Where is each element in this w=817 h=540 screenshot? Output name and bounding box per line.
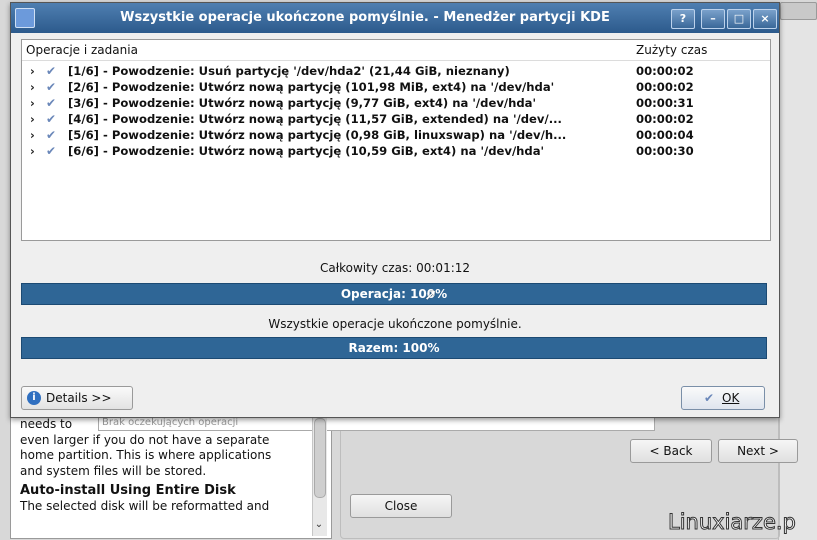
next-button[interactable]: Next >	[718, 439, 798, 463]
operation-time: 00:00:02	[636, 80, 694, 94]
chevron-right-icon[interactable]: ›	[30, 143, 35, 159]
status-text: Wszystkie operacje ukończone pomyślnie.	[268, 317, 522, 331]
help-line: The selected disk will be reformatted an…	[20, 498, 270, 513]
watermark-logo: Linuxiarze.p	[668, 510, 797, 535]
help-icon[interactable]: ?	[671, 9, 695, 29]
details-button[interactable]: i Details >>	[21, 386, 133, 410]
chevron-right-icon[interactable]: ›	[30, 63, 35, 79]
chevron-right-icon[interactable]: ›	[30, 127, 35, 143]
installer-window-controls[interactable]	[780, 2, 817, 20]
operation-time: 00:00:02	[636, 112, 694, 126]
checkmark-icon: ✔	[46, 80, 57, 94]
checkmark-icon: ✔	[46, 112, 57, 126]
partition-manager-dialog: Wszystkie operacje ukończone pomyślnie. …	[10, 2, 780, 418]
operations-list[interactable]: Operacje i zadania Zużyty czas › ✔ [1/6]…	[21, 39, 771, 241]
operation-text: [6/6] - Powodzenie: Utwórz nową partycję…	[68, 144, 545, 158]
operation-row[interactable]: › ✔ [3/6] - Powodzenie: Utwórz nową part…	[22, 95, 770, 111]
operation-time: 00:00:02	[636, 64, 694, 78]
close-icon[interactable]: ×	[753, 9, 777, 29]
operation-text: [5/6] - Powodzenie: Utwórz nową partycję…	[68, 128, 567, 142]
help-text: needs to even larger if you do not have …	[20, 417, 296, 514]
operation-row[interactable]: › ✔ [5/6] - Powodzenie: Utwórz nową part…	[22, 127, 770, 143]
operation-text: [4/6] - Powodzenie: Utwórz nową partycję…	[68, 112, 562, 126]
operation-row[interactable]: › ✔ [4/6] - Powodzenie: Utwórz nową part…	[22, 111, 770, 127]
back-button[interactable]: < Back	[630, 439, 712, 463]
total-progress-bar: Razem: 100%	[21, 337, 767, 359]
chevron-right-icon[interactable]: ›	[30, 95, 35, 111]
operation-progress-bar: Operacja: 100%	[21, 283, 767, 305]
help-line: even larger if you do not have a separat…	[20, 432, 270, 447]
operation-time: 00:00:31	[636, 96, 694, 110]
checkmark-icon: ✔	[46, 96, 57, 110]
minimize-icon[interactable]: –	[701, 9, 725, 29]
column-header-operations[interactable]: Operacje i zadania	[26, 43, 138, 57]
dialog-titlebar[interactable]: Wszystkie operacje ukończone pomyślnie. …	[11, 3, 779, 33]
operation-text: [3/6] - Powodzenie: Utwórz nową partycję…	[68, 96, 537, 110]
checkmark-icon: ✔	[46, 128, 57, 142]
operations-rows: › ✔ [1/6] - Powodzenie: Usuń partycję '/…	[22, 63, 770, 159]
operation-row[interactable]: › ✔ [6/6] - Powodzenie: Utwórz nową part…	[22, 143, 770, 159]
checkmark-icon: ✔	[704, 391, 715, 405]
operation-text: [1/6] - Powodzenie: Usuń partycję '/dev/…	[68, 64, 510, 78]
ok-label: OK	[722, 391, 740, 405]
help-line: home partition. This is where applicatio…	[20, 448, 272, 462]
operation-row[interactable]: › ✔ [1/6] - Powodzenie: Usuń partycję '/…	[22, 63, 770, 79]
close-button[interactable]: Close	[350, 494, 452, 518]
dialog-title: Wszystkie operacje ukończone pomyślnie. …	[120, 10, 610, 25]
checkmark-icon: ✔	[46, 64, 57, 78]
operations-header: Operacje i zadania Zużyty czas	[22, 40, 770, 61]
chevron-right-icon[interactable]: ›	[30, 79, 35, 95]
checkmark-icon: ✔	[46, 144, 57, 158]
total-time-label: Całkowity czas: 00:01:12	[319, 261, 471, 275]
mouse-cursor-icon: ➚	[424, 285, 438, 304]
info-icon: i	[27, 391, 41, 405]
maximize-icon[interactable]: □	[727, 9, 751, 29]
help-scroll-thumb[interactable]	[314, 418, 326, 498]
operation-text: [2/6] - Powodzenie: Utwórz nową partycję…	[68, 80, 555, 94]
details-label: Details >>	[46, 391, 112, 405]
chevron-down-icon[interactable]: ⌄	[312, 516, 326, 534]
ok-button[interactable]: ✔ OK	[681, 386, 765, 410]
help-heading: Auto-install Using Entire Disk	[20, 483, 236, 498]
operation-time: 00:00:04	[636, 128, 694, 142]
operation-row[interactable]: › ✔ [2/6] - Powodzenie: Utwórz nową part…	[22, 79, 770, 95]
operation-time: 00:00:30	[636, 144, 694, 158]
column-header-time[interactable]: Zużyty czas	[636, 43, 707, 57]
chevron-right-icon[interactable]: ›	[30, 111, 35, 127]
help-line: and system files will be stored.	[20, 463, 207, 478]
